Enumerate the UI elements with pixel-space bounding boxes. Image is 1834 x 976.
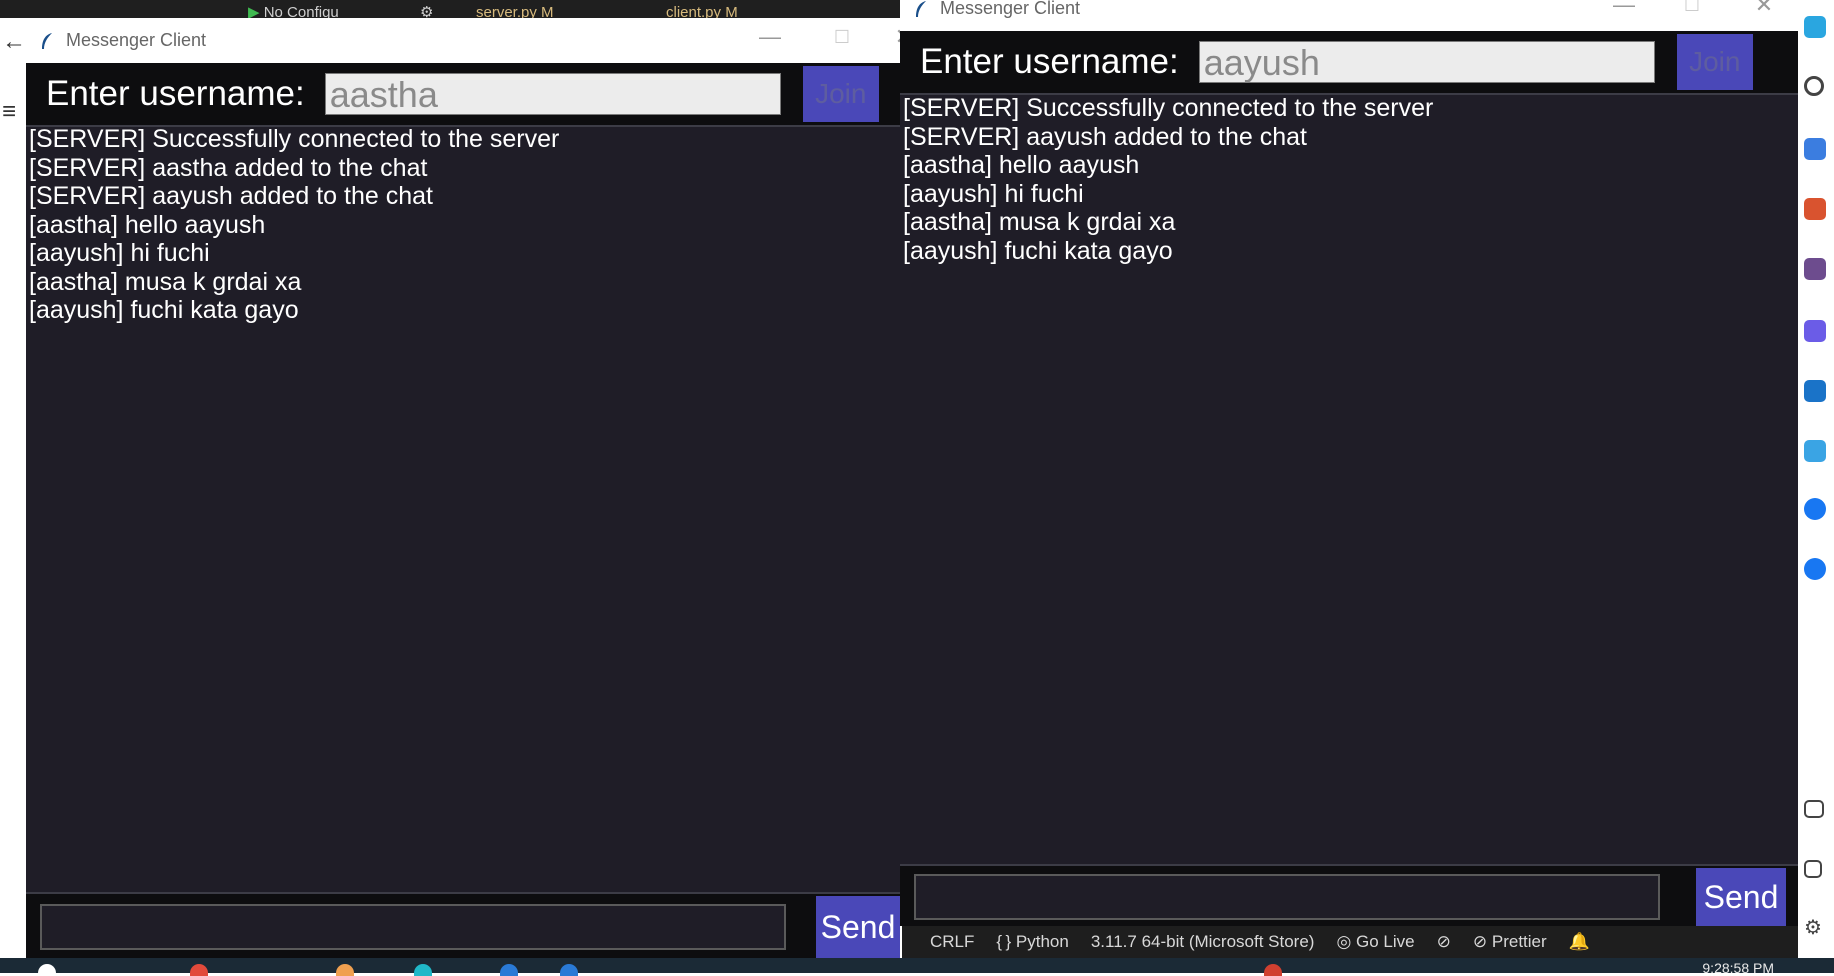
interpreter-indicator[interactable]: 3.11.7 64-bit (Microsoft Store) xyxy=(1091,932,1315,952)
app-icon[interactable] xyxy=(500,964,518,976)
line-ending-indicator[interactable]: CRLF xyxy=(930,932,974,952)
external-link-icon[interactable] xyxy=(1804,860,1822,878)
username-input[interactable]: aayush xyxy=(1198,41,1655,83)
check-circle-icon: ⊘ xyxy=(1472,932,1488,951)
message-input[interactable] xyxy=(914,874,1660,920)
app-icon[interactable] xyxy=(414,964,432,976)
username-bar: Enter username: aastha Join xyxy=(26,63,900,125)
message-line: [aastha] musa k grdai xa xyxy=(903,208,1176,236)
telegram-icon[interactable] xyxy=(1804,440,1826,462)
username-input[interactable]: aastha xyxy=(324,73,781,115)
split-screen-icon[interactable] xyxy=(1804,800,1824,818)
menu-icon[interactable]: ≡ xyxy=(2,98,16,126)
send-button[interactable]: Send xyxy=(816,896,900,958)
maximize-icon[interactable]: ☐ xyxy=(1662,0,1722,31)
username-label: Enter username: xyxy=(920,42,1179,81)
app-icon[interactable] xyxy=(190,964,208,976)
tab-server-py[interactable]: server.py M xyxy=(476,0,606,18)
clock: 9:28:58 PM xyxy=(1702,960,1774,976)
start-icon[interactable] xyxy=(38,964,56,976)
message-input[interactable] xyxy=(40,904,786,950)
window-title: Messenger Client xyxy=(940,0,1081,18)
message-footer: Send xyxy=(26,894,900,958)
toolbox-icon[interactable] xyxy=(1804,198,1826,220)
games-icon[interactable] xyxy=(1804,258,1826,280)
braces-icon: { } xyxy=(996,932,1012,951)
back-arrow-icon[interactable]: ← xyxy=(2,28,26,56)
taskbar: 9:28:58 PM xyxy=(0,958,1834,976)
settings-icon[interactable]: ⚙ xyxy=(420,0,440,18)
minimize-icon[interactable]: — xyxy=(1594,0,1654,31)
message-line: [aayush] fuchi kata gayo xyxy=(903,236,1173,265)
browser-left-edge: ← ≡ xyxy=(0,18,26,958)
username-label: Enter username: xyxy=(46,74,305,113)
search-icon[interactable] xyxy=(1804,76,1824,96)
broadcast-icon: ◎ xyxy=(1336,932,1352,951)
gear-icon[interactable]: ⚙ xyxy=(1804,915,1826,939)
feather-icon xyxy=(42,32,52,49)
eye-off-icon[interactable]: ⊘ xyxy=(1437,932,1451,952)
go-live-button[interactable]: ◎ Go Live xyxy=(1336,932,1414,952)
message-line: [aayush] hi fuchi xyxy=(29,239,210,267)
window-titlebar: Messenger Client — ☐ ✕ xyxy=(900,0,1798,31)
close-icon[interactable]: ✕ xyxy=(874,18,900,63)
send-button[interactable]: Send xyxy=(1696,868,1786,926)
facebook-icon-2[interactable] xyxy=(1804,558,1826,580)
close-icon[interactable]: ✕ xyxy=(1734,0,1794,31)
feather-icon xyxy=(916,0,926,17)
run-icon: ▶ xyxy=(248,4,260,18)
app-icon[interactable] xyxy=(560,964,578,976)
message-line: [aayush] hi fuchi xyxy=(903,179,1084,208)
message-line: [aastha] hello aayush xyxy=(29,210,266,239)
messenger-window-aayush: Messenger Client — ☐ ✕ Enter username: a… xyxy=(900,0,1798,926)
ide-status-bar: CRLF { } Python 3.11.7 64-bit (Microsoft… xyxy=(902,926,1798,958)
message-line: [SERVER] aastha added to the chat xyxy=(29,153,428,182)
window-titlebar: Messenger Client — ☐ ✕ xyxy=(26,18,900,63)
window-title: Messenger Client xyxy=(66,30,207,50)
copilot-icon[interactable] xyxy=(1804,16,1826,38)
tab-client-py[interactable]: client.py M xyxy=(666,0,826,18)
maximize-icon[interactable]: ☐ xyxy=(812,18,872,63)
messenger-window-aastha: Messenger Client — ☐ ✕ Enter username: a… xyxy=(26,18,900,958)
app-icon[interactable] xyxy=(1264,964,1282,976)
bell-icon[interactable]: 🔔 xyxy=(1569,932,1590,952)
tag-icon[interactable] xyxy=(1804,138,1826,160)
join-button[interactable]: Join xyxy=(802,66,879,122)
language-mode[interactable]: { } Python xyxy=(996,932,1068,952)
message-line: [aastha] musa k grdai xa xyxy=(29,267,302,296)
minimize-icon[interactable]: — xyxy=(740,18,800,63)
app-icon[interactable] xyxy=(336,964,354,976)
message-line: [aayush] fuchi kata gayo xyxy=(29,296,299,324)
browser-sidebar: ⚙ xyxy=(1798,0,1834,960)
outlook-icon[interactable] xyxy=(1804,380,1826,402)
message-line: [SERVER] aayush added to the chat xyxy=(29,182,433,210)
m365-icon[interactable] xyxy=(1804,320,1826,342)
run-config-tab[interactable]: ▶ No Configu xyxy=(248,0,398,18)
message-footer: Send xyxy=(900,866,1798,926)
message-list: [SERVER] Successfully connected to the s… xyxy=(29,125,559,325)
message-line: [aastha] hello aayush xyxy=(903,151,1140,179)
message-list: [SERVER] Successfully connected to the s… xyxy=(903,94,1433,265)
message-line: [SERVER] Successfully connected to the s… xyxy=(29,125,560,153)
facebook-icon[interactable] xyxy=(1804,498,1826,520)
join-button[interactable]: Join xyxy=(1676,34,1753,90)
message-line: [SERVER] aayush added to the chat xyxy=(903,122,1307,151)
prettier-button[interactable]: ⊘ Prettier xyxy=(1473,932,1547,952)
username-bar: Enter username: aayush Join xyxy=(900,31,1798,93)
message-line: [SERVER] Successfully connected to the s… xyxy=(903,94,1434,122)
